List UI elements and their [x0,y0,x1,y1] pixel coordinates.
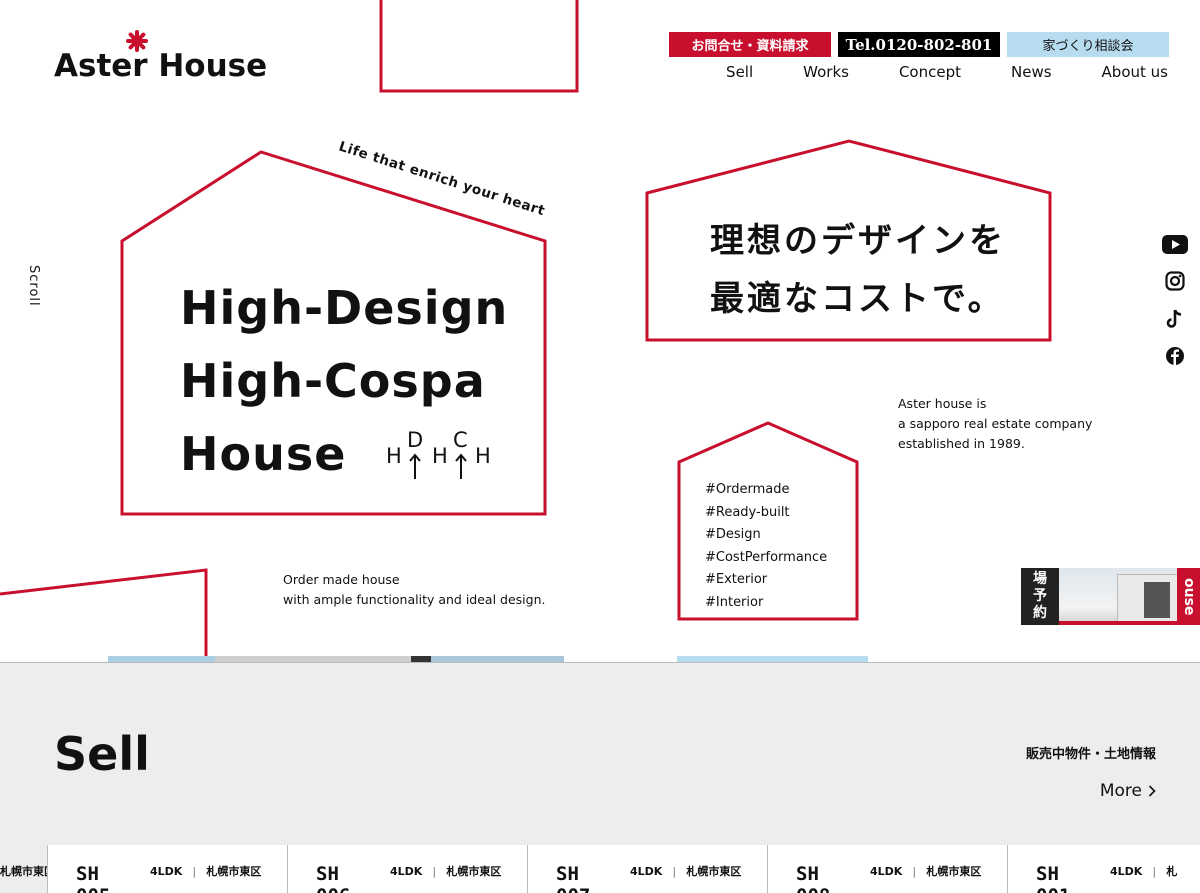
contact-request-button[interactable]: お問合せ・資料請求 [669,32,831,57]
youtube-icon[interactable] [1162,233,1188,255]
about-line: Aster house is [898,396,987,411]
banner-char: 場 [1033,571,1047,587]
order-line: Order made house [283,572,400,587]
nav-concept[interactable]: Concept [899,63,961,81]
main-nav: Sell Works Concept News About us [676,63,1168,81]
property-card[interactable]: SH008 4LDK|札幌市東区 [767,845,1007,893]
sell-more-link[interactable]: More [1100,781,1156,801]
scroll-indicator[interactable]: Scroll [26,265,41,307]
banner-left-label: 場 予 約 [1021,568,1059,625]
phone-button[interactable]: Tel.0120-802-801 [838,32,1000,57]
property-spec: 4LDK | 札幌市東区 [390,865,502,878]
property-card[interactable]: SH006 4LDK|札幌市東区 [287,845,527,893]
tag-item[interactable]: #Exterior [705,569,827,592]
about-text: Aster house is a sapporo real estate com… [898,394,1092,454]
tag-item[interactable]: #CostPerformance [705,547,827,570]
mark-h2: H [432,444,448,468]
property-card[interactable]: SH005 4LDK|札幌市東区 [47,845,287,893]
property-spec: 4LDK | 札 [1110,865,1178,878]
sell-section: Sell 販売中物件・土地情報 More 札幌市東区 SH005 4LDK|札幌… [0,662,1200,893]
property-spec: 4LDK | 札幌市東区 [150,865,262,878]
hero-title-line-1: High-Design [180,281,509,335]
banner-house-dark [1144,582,1170,618]
property-card-row: 札幌市東区 SH005 4LDK|札幌市東区 SH006 4LDK|札幌市東区 … [0,845,1200,893]
property-code: SH005 [76,863,110,893]
nav-works[interactable]: Works [803,63,849,81]
order-made-text: Order made house with ample functionalit… [283,570,545,610]
facebook-icon[interactable] [1162,345,1188,367]
banner-char: 約 [1033,605,1047,621]
property-spec: 4LDK | 札幌市東区 [630,865,742,878]
top-frame-line [379,0,579,93]
mark-d: D [407,428,423,452]
lower-house-outline [0,568,208,662]
nav-sell[interactable]: Sell [726,63,753,81]
nav-about[interactable]: About us [1102,63,1168,81]
mark-h3: H [475,444,491,468]
logo-wordmark: Aster House [54,48,268,84]
hero-title-line-2: High-Cospa [180,354,486,408]
mark-h1: H [386,444,402,468]
tag-item[interactable]: #Ready-built [705,502,827,525]
hero-copy-line-2: 最適なコストで。 [710,279,1005,319]
tiktok-icon[interactable] [1162,308,1188,330]
tag-list: #Ordermade #Ready-built #Design #CostPer… [705,479,827,614]
tag-item[interactable]: #Design [705,524,827,547]
tag-item[interactable]: #Ordermade [705,479,827,502]
hdhch-mark: H D H C H [386,428,491,479]
chevron-right-icon [1148,785,1156,797]
property-card[interactable]: SH001 4LDK|札 [1007,845,1200,893]
property-code: SH006 [316,863,350,893]
about-line: a sapporo real estate company [898,416,1093,431]
banner-house-image [1059,568,1189,625]
mark-c: C [453,428,468,452]
property-code: SH001 [1036,863,1070,893]
nav-news[interactable]: News [1011,63,1052,81]
instagram-icon[interactable] [1162,270,1188,292]
tag-item[interactable]: #Interior [705,592,827,615]
event-banner[interactable]: 場 予 約 ouse [1021,568,1200,625]
sell-subtitle: 販売中物件・土地情報 [1025,747,1156,762]
consultation-button[interactable]: 家づくり相談会 [1007,32,1169,57]
banner-accent-line [1059,621,1177,625]
banner-char: 予 [1033,588,1047,604]
about-line: established in 1989. [898,436,1025,451]
more-label: More [1099,781,1142,801]
order-line: with ample functionality and ideal desig… [283,592,546,607]
hero-copy-jp: 理想のデザインを 最適なコストで。 [710,212,1006,328]
sell-title: Sell [54,727,150,781]
hero-copy-line-1: 理想のデザインを [710,221,1006,261]
property-code: SH008 [796,863,830,893]
property-code: SH007 [556,863,590,893]
site-logo[interactable]: Aster House [54,30,274,84]
property-card[interactable]: SH007 4LDK|札幌市東区 [527,845,767,893]
property-spec: 4LDK | 札幌市東区 [870,865,982,878]
banner-right-label: ouse [1177,568,1200,625]
